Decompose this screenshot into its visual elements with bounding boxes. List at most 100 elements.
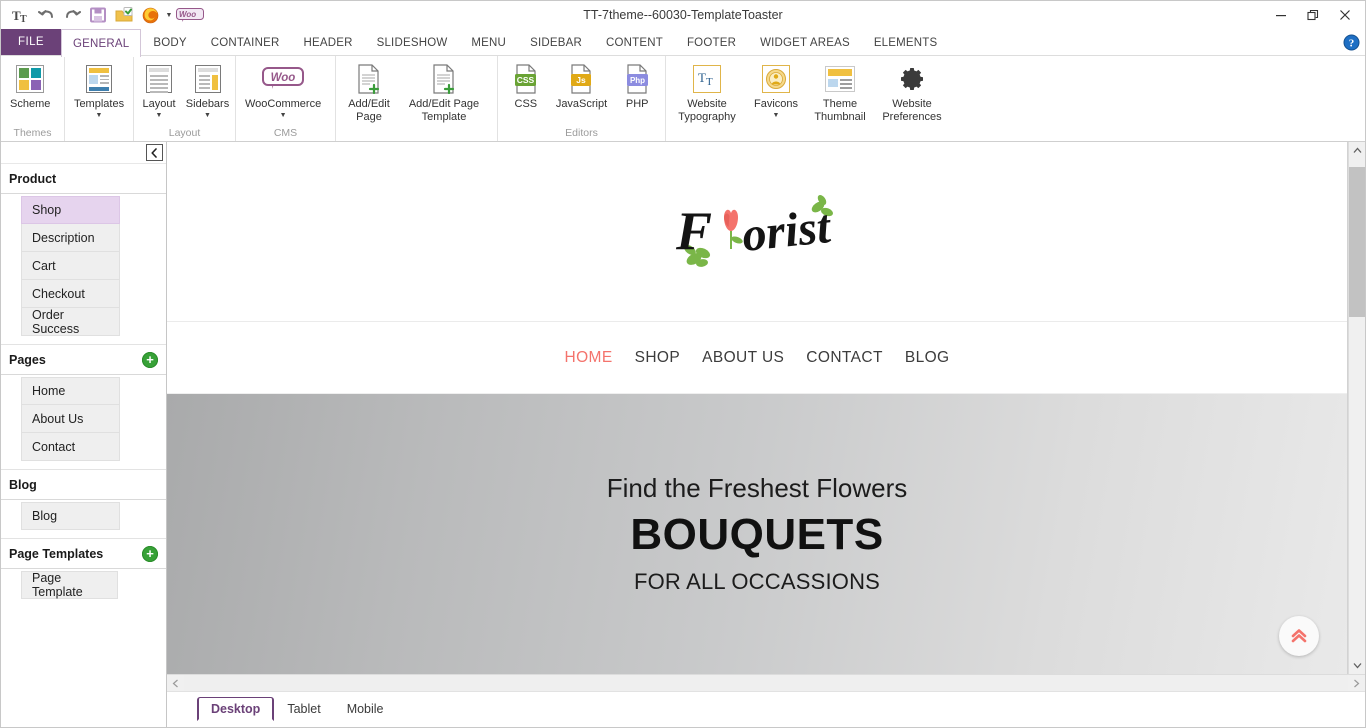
- window-controls: [1265, 1, 1365, 29]
- plus-circle-icon-pages[interactable]: +: [142, 351, 158, 368]
- tab-widget-areas[interactable]: WIDGET AREAS: [748, 29, 862, 55]
- scroll-to-top-button[interactable]: [1279, 616, 1319, 656]
- help-icon[interactable]: ?: [1337, 29, 1365, 55]
- tab-elements[interactable]: ELEMENTS: [862, 29, 950, 55]
- plus-circle-icon-page-templates[interactable]: +: [142, 545, 158, 562]
- theme-thumbnail-button[interactable]: Theme Thumbnail: [806, 60, 874, 124]
- vertical-scroll-thumb[interactable]: [1349, 167, 1365, 317]
- panel-item-shop[interactable]: Shop: [21, 196, 120, 224]
- restore-button[interactable]: [1297, 2, 1329, 28]
- bottom-filler: [167, 721, 1365, 727]
- vertical-scroll-track[interactable]: [1349, 159, 1365, 657]
- svg-text:orist: orist: [739, 199, 834, 261]
- hero-subtitle-bottom: FOR ALL OCCASSIONS: [633, 568, 881, 594]
- svg-text:T: T: [20, 14, 27, 23]
- nav-link-blog[interactable]: BLOG: [905, 349, 950, 367]
- ribbon-toolbar: Scheme Themes Templates ▼ Layout ▼ Sideb…: [1, 56, 1365, 142]
- panel-item-description[interactable]: Description: [21, 224, 120, 252]
- scroll-right-icon[interactable]: [1348, 675, 1365, 691]
- preview-horizontal-scrollbar[interactable]: [167, 674, 1365, 691]
- panel-item-cart[interactable]: Cart: [21, 252, 120, 280]
- device-tab-desktop[interactable]: Desktop: [197, 697, 275, 721]
- double-chevron-up-icon: [1291, 629, 1307, 643]
- add-edit-page-button[interactable]: Add/Edit Page: [338, 60, 400, 124]
- panel-item-checkout[interactable]: Checkout: [21, 280, 120, 308]
- layout-dropdown-icon[interactable]: ▼: [156, 112, 163, 120]
- css-editor-button[interactable]: CSS CSS: [503, 60, 549, 112]
- sidebars-dropdown-icon[interactable]: ▼: [204, 112, 211, 120]
- website-preferences-button[interactable]: Website Preferences: [874, 60, 950, 124]
- site-logo[interactable]: F orist: [670, 191, 845, 273]
- group-label-settings: [666, 126, 1365, 141]
- scheme-button[interactable]: Scheme: [3, 60, 57, 112]
- undo-icon[interactable]: [33, 3, 59, 27]
- add-edit-page-template-button[interactable]: Add/Edit Page Template: [400, 60, 488, 124]
- tab-container[interactable]: CONTAINER: [199, 29, 292, 55]
- php-editor-button[interactable]: Php PHP: [614, 60, 660, 112]
- svg-text:Php: Php: [630, 76, 645, 85]
- tab-body[interactable]: BODY: [141, 29, 198, 55]
- panel-item-page-template[interactable]: Page Template: [21, 571, 118, 599]
- close-button[interactable]: [1329, 2, 1361, 28]
- panel-item-about-us[interactable]: About Us: [21, 405, 120, 433]
- scroll-down-icon[interactable]: [1349, 657, 1365, 674]
- templates-dropdown-icon[interactable]: ▼: [96, 112, 103, 120]
- website-typography-button[interactable]: T T Website Typography: [668, 60, 746, 124]
- tab-content[interactable]: CONTENT: [594, 29, 675, 55]
- site-navigation: HOME SHOP ABOUT US CONTACT BLOG: [167, 322, 1347, 394]
- favicons-button[interactable]: Favicons ▼: [746, 60, 806, 121]
- svg-text:Js: Js: [577, 75, 587, 85]
- typography-icon[interactable]: T T: [7, 3, 33, 27]
- save-icon[interactable]: [85, 3, 111, 27]
- section-title-product: Product: [9, 171, 57, 186]
- minimize-button[interactable]: [1265, 2, 1297, 28]
- woocommerce-label: WooCommerce: [245, 98, 322, 110]
- tab-menu[interactable]: MENU: [459, 29, 518, 55]
- tab-general[interactable]: GENERAL: [61, 29, 142, 57]
- section-header-page-templates: Page Templates +: [1, 539, 166, 569]
- tab-sidebar[interactable]: SIDEBAR: [518, 29, 594, 55]
- website-preview[interactable]: F orist HOME SHOP ABOUT US CONTACT BLOG …: [167, 142, 1348, 674]
- tab-footer[interactable]: FOOTER: [675, 29, 748, 55]
- device-tab-tablet[interactable]: Tablet: [274, 697, 333, 721]
- device-tab-mobile[interactable]: Mobile: [334, 697, 397, 721]
- tab-slideshow[interactable]: SLIDESHOW: [365, 29, 460, 55]
- nav-link-shop[interactable]: SHOP: [635, 349, 681, 367]
- tab-file[interactable]: FILE: [1, 29, 61, 55]
- woocommerce-icon[interactable]: Woo: [175, 3, 205, 27]
- section-title-page-templates: Page Templates: [9, 546, 104, 561]
- templates-button[interactable]: Templates ▼: [67, 60, 131, 121]
- panel-item-contact[interactable]: Contact: [21, 433, 120, 461]
- quick-access-more-icon[interactable]: ▼: [163, 3, 175, 27]
- panel-item-order-success[interactable]: Order Success: [21, 308, 120, 336]
- export-icon[interactable]: [111, 3, 137, 27]
- section-title-blog: Blog: [9, 477, 37, 492]
- scroll-up-icon[interactable]: [1349, 142, 1365, 159]
- preview-row: F orist HOME SHOP ABOUT US CONTACT BLOG …: [167, 142, 1365, 674]
- color-scheme-icon: [16, 63, 45, 95]
- group-label-editors: Editors: [565, 126, 598, 139]
- ribbon-group-editors: CSS CSS Js JavaScript Php PHP Editors: [498, 56, 666, 141]
- favicons-dropdown-icon[interactable]: ▼: [773, 112, 780, 120]
- tab-header[interactable]: HEADER: [291, 29, 364, 55]
- layout-button[interactable]: Layout ▼: [136, 60, 182, 121]
- scroll-left-icon[interactable]: [167, 675, 184, 691]
- redo-icon[interactable]: [59, 3, 85, 27]
- nav-link-about-us[interactable]: ABOUT US: [702, 349, 784, 367]
- panel-item-home[interactable]: Home: [21, 377, 120, 405]
- nav-link-contact[interactable]: CONTACT: [806, 349, 883, 367]
- chevron-left-icon[interactable]: [146, 144, 163, 161]
- preview-vertical-scrollbar[interactable]: [1348, 142, 1365, 674]
- sidebars-button[interactable]: Sidebars ▼: [182, 60, 233, 121]
- woocommerce-dropdown-icon[interactable]: ▼: [280, 112, 287, 120]
- horizontal-scroll-track[interactable]: [184, 675, 1348, 691]
- javascript-editor-button[interactable]: Js JavaScript: [549, 60, 614, 112]
- woocommerce-button[interactable]: Woo WooCommerce ▼: [238, 60, 328, 121]
- section-body-page-templates: Page Template: [1, 569, 166, 607]
- nav-link-home[interactable]: HOME: [564, 349, 612, 367]
- javascript-label: JavaScript: [555, 98, 608, 110]
- favicon-icon: [762, 63, 790, 95]
- firefox-preview-icon[interactable]: [137, 3, 163, 27]
- hero-slideshow[interactable]: Find the Freshest Flowers BOUQUETS FOR A…: [167, 394, 1347, 674]
- panel-item-blog[interactable]: Blog: [21, 502, 120, 530]
